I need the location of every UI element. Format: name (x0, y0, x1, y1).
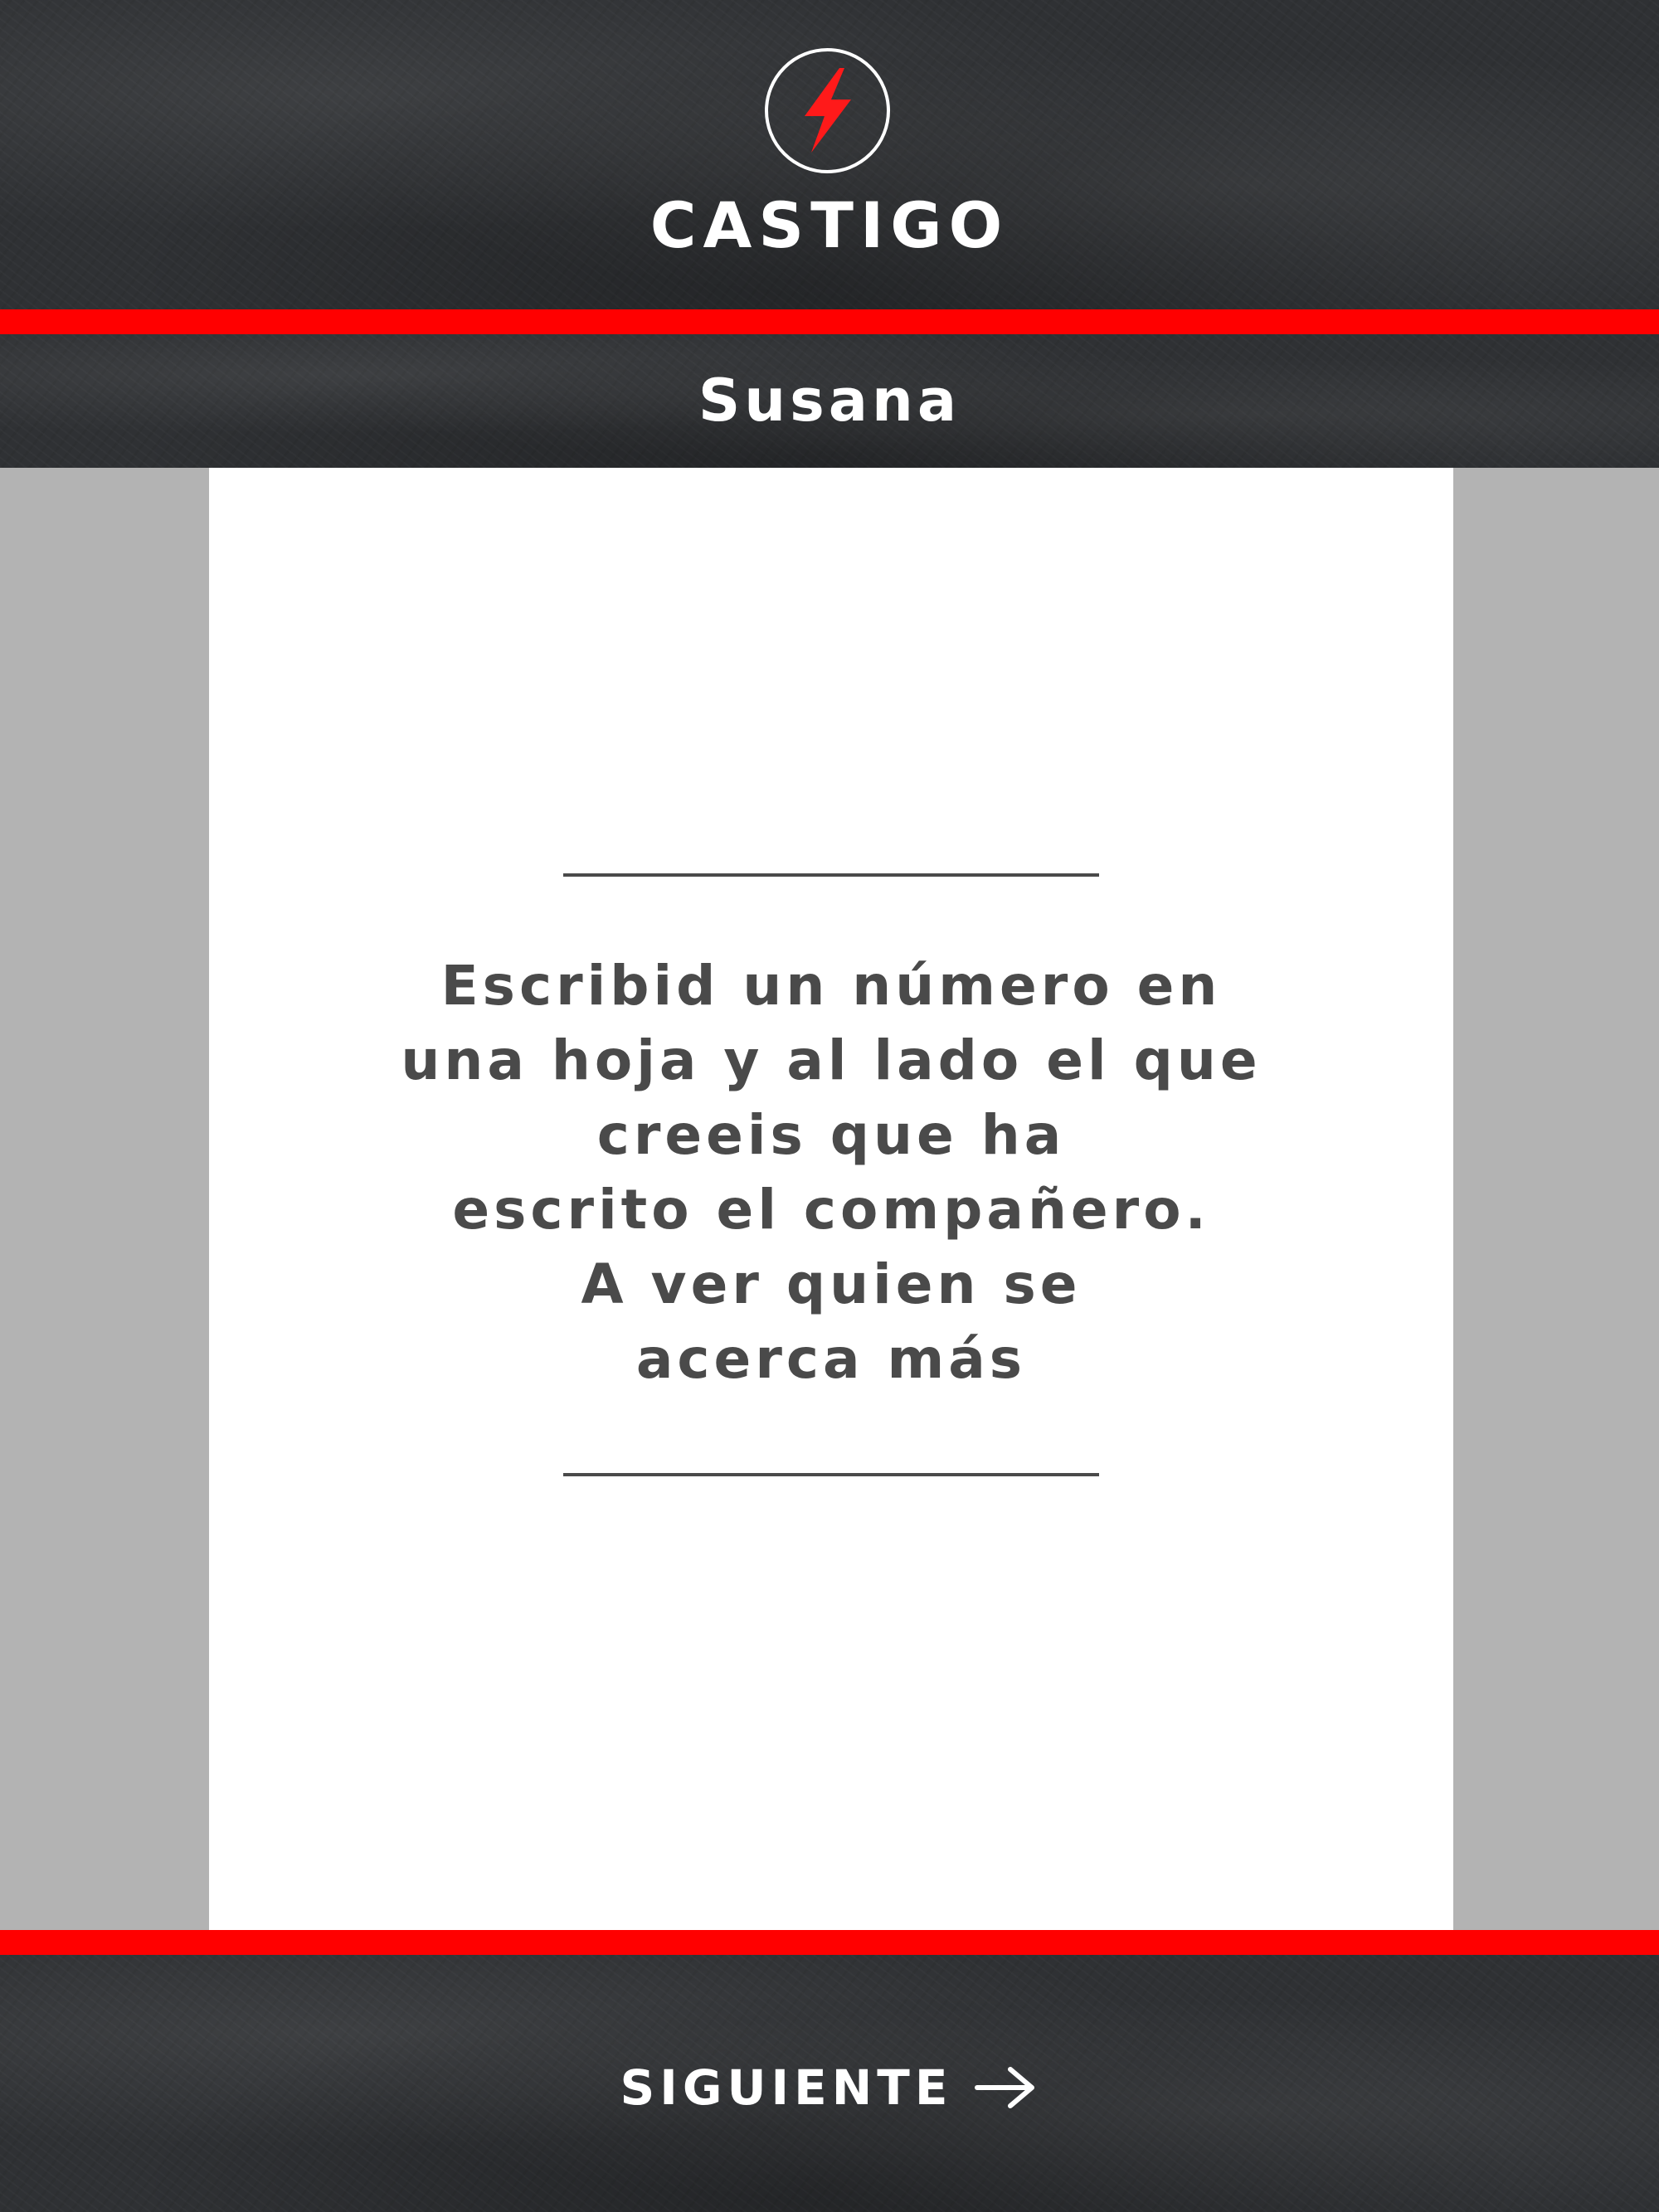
upper-rule (563, 873, 1099, 877)
challenge-text: Escribid un número en una hoja y al lado… (401, 954, 1262, 1391)
top-divider (0, 309, 1659, 334)
header: CASTIGO (0, 0, 1659, 309)
lightning-bolt-icon (805, 68, 851, 153)
next-button-label: SIGUIENTE (620, 2059, 953, 2116)
page-title: CASTIGO (649, 188, 1010, 262)
player-name: Susana (698, 367, 961, 435)
punishment-screen: CASTIGO Susana Escribid un número en una… (0, 0, 1659, 2212)
bottom-divider (0, 1930, 1659, 1955)
footer: SIGUIENTE (0, 1955, 1659, 2212)
lower-rule (563, 1473, 1099, 1476)
player-banner: Susana (0, 334, 1659, 468)
logo (765, 48, 890, 173)
arrow-right-icon (972, 2063, 1039, 2112)
next-button[interactable]: SIGUIENTE (581, 2046, 1078, 2129)
challenge-card: Escribid un número en una hoja y al lado… (209, 468, 1453, 1930)
